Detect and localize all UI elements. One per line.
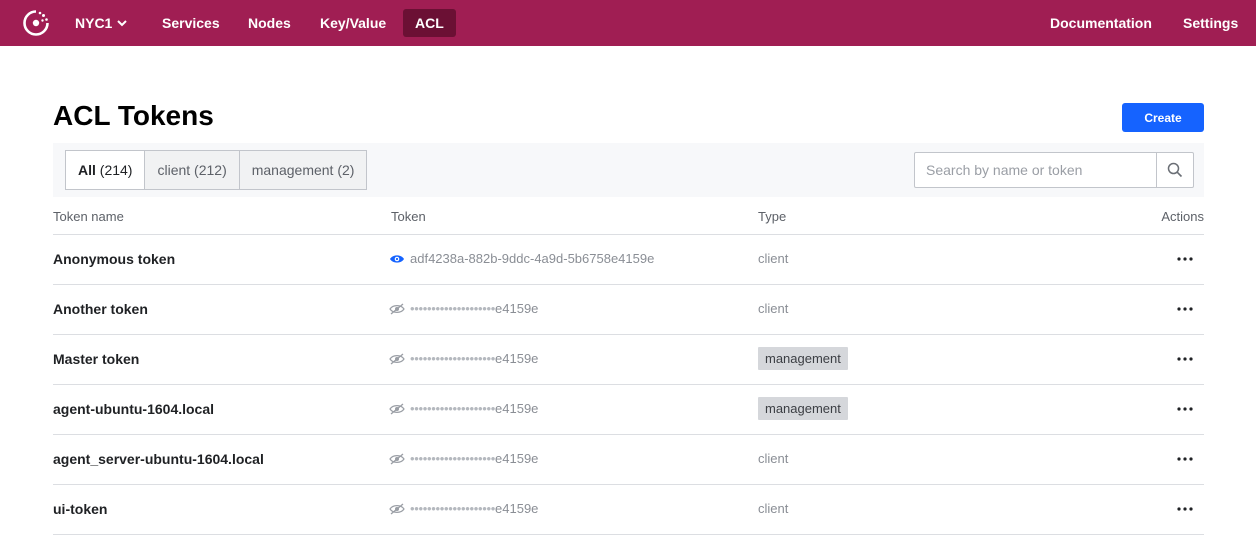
table-header: Token name Token Type Actions	[53, 200, 1204, 235]
search-input[interactable]	[915, 153, 1177, 187]
token-suffix: e4159e	[495, 301, 539, 316]
nav-nodes[interactable]: Nodes	[236, 9, 303, 37]
token-mask: ••••••••••••••••••••	[410, 351, 496, 366]
search-box	[914, 152, 1194, 188]
token-mask: ••••••••••••••••••••	[410, 501, 496, 516]
nav-settings[interactable]: Settings	[1183, 9, 1238, 37]
more-horizontal-icon[interactable]	[1176, 451, 1194, 467]
token-name[interactable]: Master token	[53, 351, 139, 367]
tab-management[interactable]: management (2)	[238, 150, 368, 190]
create-token-button[interactable]: Create	[1122, 103, 1204, 132]
table-row[interactable]: ui-token •••••••••••••••••••• e4159e clie…	[53, 485, 1204, 535]
tab-label: All	[78, 162, 96, 178]
token-type: client	[758, 301, 789, 316]
column-token-name: Token name	[53, 209, 124, 224]
token-value: adf4238a-882b-9ddc-4a9d-5b6758e4159e	[389, 251, 654, 266]
nav-services[interactable]: Services	[150, 9, 232, 37]
token-type-badge: management	[758, 397, 848, 420]
tab-count: (214)	[99, 162, 133, 178]
tab-label: management	[251, 162, 334, 178]
tab-label: client	[157, 162, 191, 178]
token-name[interactable]: Another token	[53, 301, 148, 317]
token-mask: ••••••••••••••••••••	[410, 301, 496, 316]
eye-slash-icon[interactable]	[389, 503, 405, 515]
eye-slash-icon[interactable]	[389, 353, 405, 365]
token-mask: ••••••••••••••••••••	[410, 401, 496, 416]
table-row[interactable]: agent_server-ubuntu-1604.local •••••••••…	[53, 435, 1204, 485]
token-name[interactable]: agent-ubuntu-1604.local	[53, 401, 214, 417]
table-row[interactable]: Anonymous token adf4238a-882b-9ddc-4a9d-…	[53, 235, 1204, 285]
token-name[interactable]: ui-token	[53, 501, 107, 517]
nav-acl[interactable]: ACL	[403, 9, 456, 37]
top-navigation-bar: NYC1 Services Nodes Key/Value ACL Docume…	[0, 0, 1256, 46]
type-filter-tabs: All (214) client (212) management (2)	[65, 150, 368, 190]
eye-slash-icon[interactable]	[389, 303, 405, 315]
token-type-badge: management	[758, 347, 848, 370]
datacenter-label: NYC1	[75, 15, 113, 31]
token-value: •••••••••••••••••••• e4159e	[389, 301, 538, 316]
table-row[interactable]: Another token •••••••••••••••••••• e4159e…	[53, 285, 1204, 335]
nav-documentation[interactable]: Documentation	[1050, 9, 1152, 37]
token-value: •••••••••••••••••••• e4159e	[389, 451, 538, 466]
column-actions: Actions	[1161, 209, 1204, 224]
token-value: •••••••••••••••••••• e4159e	[389, 351, 538, 366]
token-name[interactable]: agent_server-ubuntu-1604.local	[53, 451, 264, 467]
tab-count: (2)	[337, 162, 355, 178]
token-value: •••••••••••••••••••• e4159e	[389, 501, 538, 516]
eye-slash-icon[interactable]	[389, 403, 405, 415]
token-type: client	[758, 451, 789, 466]
token-mask: ••••••••••••••••••••	[410, 451, 496, 466]
column-token: Token	[391, 209, 426, 224]
nav-key-value[interactable]: Key/Value	[308, 9, 398, 37]
column-type: Type	[758, 209, 787, 224]
tab-all[interactable]: All (214)	[65, 150, 146, 190]
table-row[interactable]: agent-ubuntu-1604.local ••••••••••••••••…	[53, 385, 1204, 435]
token-suffix: e4159e	[495, 401, 539, 416]
tab-client[interactable]: client (212)	[144, 150, 240, 190]
more-horizontal-icon[interactable]	[1176, 351, 1194, 367]
consul-logo-icon[interactable]	[22, 9, 50, 37]
eye-slash-icon[interactable]	[389, 453, 405, 465]
search-icon	[1167, 162, 1183, 178]
token-suffix: e4159e	[495, 351, 539, 366]
datacenter-selector[interactable]: NYC1	[75, 0, 128, 46]
token-type: client	[758, 501, 789, 516]
eye-icon[interactable]	[389, 253, 405, 265]
token-text: adf4238a-882b-9ddc-4a9d-5b6758e4159e	[410, 251, 655, 266]
search-button[interactable]	[1156, 153, 1193, 187]
token-suffix: e4159e	[495, 501, 539, 516]
page-title: ACL Tokens	[53, 100, 214, 131]
token-type: client	[758, 251, 789, 266]
token-value: •••••••••••••••••••• e4159e	[389, 401, 538, 416]
chevron-down-icon	[117, 20, 128, 27]
token-suffix: e4159e	[495, 451, 539, 466]
more-horizontal-icon[interactable]	[1176, 301, 1194, 317]
filter-bar: All (214) client (212) management (2)	[53, 143, 1204, 197]
more-horizontal-icon[interactable]	[1176, 251, 1194, 267]
tab-count: (212)	[194, 162, 227, 178]
table-row[interactable]: Master token •••••••••••••••••••• e4159e …	[53, 335, 1204, 385]
more-horizontal-icon[interactable]	[1176, 401, 1194, 417]
more-horizontal-icon[interactable]	[1176, 501, 1194, 517]
token-name[interactable]: Anonymous token	[53, 251, 175, 267]
